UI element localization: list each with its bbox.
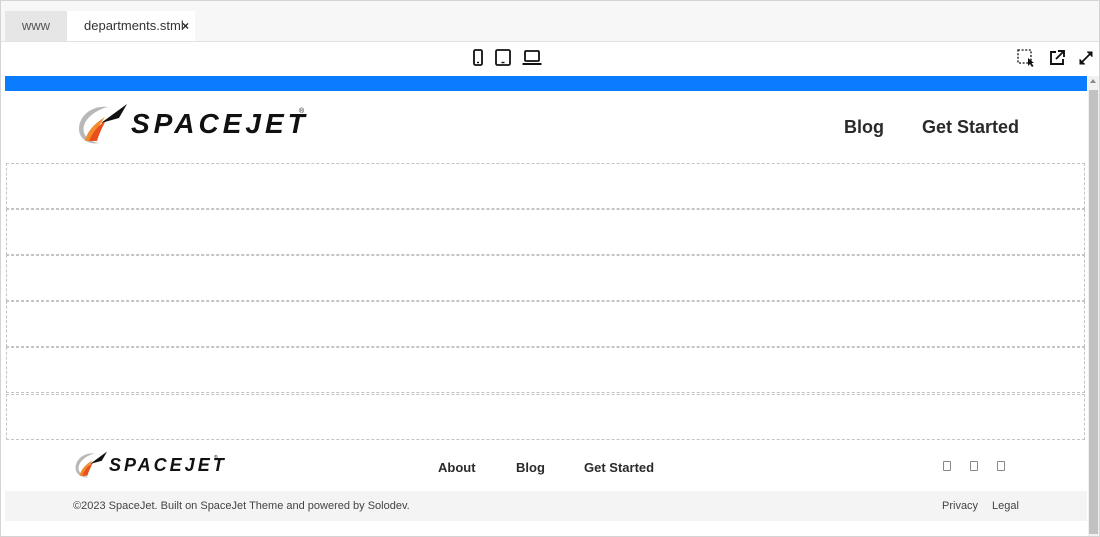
fullscreen-icon[interactable]	[1076, 48, 1096, 68]
site-preview: SPACEJET ® Blog Get Started SPACEJET ® A…	[5, 76, 1087, 536]
privacy-link[interactable]: Privacy	[942, 500, 978, 512]
select-element-icon[interactable]	[1016, 48, 1036, 68]
legal-link[interactable]: Legal	[992, 500, 1019, 512]
scroll-up-arrow-icon[interactable]	[1090, 79, 1096, 83]
close-icon[interactable]: ×	[182, 11, 189, 41]
rocket-logo-icon	[79, 104, 127, 144]
social-icon-1[interactable]	[943, 461, 951, 471]
copyright-text: ©2023 SpaceJet. Built on SpaceJet Theme …	[73, 500, 410, 512]
empty-section-2[interactable]	[6, 209, 1085, 255]
empty-section-1[interactable]	[6, 163, 1085, 209]
nav-blog[interactable]: Blog	[844, 117, 884, 138]
preview-toolbar	[1, 42, 1099, 74]
tab-www[interactable]: www	[5, 11, 67, 41]
social-icon-3[interactable]	[997, 461, 1005, 471]
vertical-scrollbar[interactable]	[1088, 76, 1099, 536]
nav-get-started[interactable]: Get Started	[922, 117, 1019, 138]
open-external-icon[interactable]	[1047, 48, 1067, 68]
registered-mark: ®	[299, 108, 305, 115]
site-header: SPACEJET ® Blog Get Started	[5, 91, 1087, 163]
empty-section-5[interactable]	[6, 347, 1085, 393]
site-footer: SPACEJET ® About Blog Get Started	[5, 441, 1087, 491]
mobile-icon[interactable]	[468, 48, 488, 68]
logo-text: SPACEJET	[131, 108, 309, 139]
tab-label: departments.stml	[84, 18, 184, 33]
tab-departments-stml[interactable]: departments.stml ×	[67, 11, 195, 41]
footer-logo-text: SPACEJET	[109, 455, 227, 475]
footer-nav-get-started[interactable]: Get Started	[584, 460, 654, 475]
tablet-icon[interactable]	[493, 48, 513, 68]
copyright-bar: ©2023 SpaceJet. Built on SpaceJet Theme …	[5, 491, 1087, 521]
social-icon-2[interactable]	[970, 461, 978, 471]
laptop-icon[interactable]	[522, 48, 542, 68]
footer-nav-blog[interactable]: Blog	[516, 460, 545, 475]
editor-window: www departments.stml × SPACEJET ® Blog G…	[0, 0, 1100, 537]
footer-logo[interactable]: SPACEJET ®	[73, 449, 224, 479]
empty-section-3[interactable]	[6, 255, 1085, 301]
accent-top-bar	[5, 76, 1087, 91]
footer-nav-about[interactable]: About	[438, 460, 476, 475]
empty-section-4[interactable]	[6, 301, 1085, 347]
footer-registered-mark: ®	[214, 455, 218, 461]
empty-section-6[interactable]	[6, 394, 1085, 440]
spacejet-logo[interactable]: SPACEJET ®	[75, 101, 307, 145]
rocket-logo-icon	[75, 451, 108, 478]
tab-bar: www departments.stml ×	[1, 1, 1099, 42]
scrollbar-thumb[interactable]	[1089, 90, 1098, 534]
